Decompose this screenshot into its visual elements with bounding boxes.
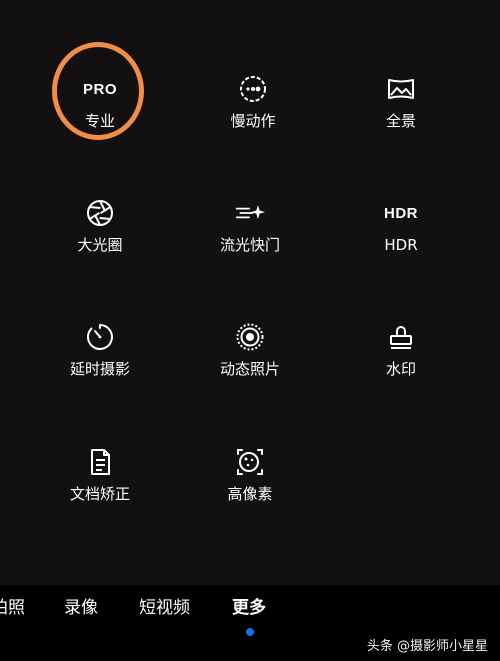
live-photo-icon [233, 320, 267, 354]
mode-live-photo[interactable]: 动态照片 [175, 320, 325, 410]
tab-short-video[interactable]: 短视频 [139, 597, 190, 619]
tab-more[interactable]: 更多 [232, 597, 266, 619]
document-icon [83, 445, 117, 479]
mode-tabs: 拍照 录像 短视频 更多 [0, 585, 500, 633]
watermark-text: 头条 @摄影师小星星 [366, 639, 488, 654]
mode-panorama[interactable]: 全景 [326, 72, 476, 162]
mode-label: 慢动作 [230, 112, 276, 130]
mode-label: 高像素 [227, 485, 273, 503]
mode-label: 专业 [84, 112, 115, 130]
mode-label: 流光快门 [219, 236, 280, 254]
mode-label: 动态照片 [219, 360, 280, 378]
light-trail-icon [233, 196, 267, 230]
mode-pro[interactable]: PRO 专业 [25, 72, 175, 162]
timelapse-icon [83, 320, 117, 354]
hdr-text-icon: HDR [384, 204, 418, 222]
pro-text-icon: PRO [83, 80, 118, 98]
mode-watermark[interactable]: 水印 [326, 320, 476, 410]
mode-label: 大光圈 [77, 236, 123, 254]
mode-label: 水印 [385, 360, 416, 378]
panorama-icon [384, 72, 418, 106]
mode-label: HDR [384, 236, 418, 254]
mode-light-trail[interactable]: 流光快门 [175, 196, 325, 286]
tab-photo[interactable]: 拍照 [0, 597, 25, 619]
mode-hdr[interactable]: HDR HDR [326, 196, 476, 286]
mode-label: 文档矫正 [69, 485, 130, 503]
mode-aperture[interactable]: 大光圈 [25, 196, 175, 286]
high-resolution-icon [233, 445, 267, 479]
mode-timelapse[interactable]: 延时摄影 [25, 320, 175, 410]
tab-video[interactable]: 录像 [64, 597, 98, 619]
mode-document[interactable]: 文档矫正 [25, 445, 175, 535]
mode-high-resolution[interactable]: 高像素 [175, 445, 325, 535]
camera-mode-grid: PRO 专业 慢动作 全景 大光圈 流光快门 HDR HDR 延时摄影 动态照片… [0, 0, 500, 585]
mode-label: 延时摄影 [69, 360, 130, 378]
active-tab-indicator [246, 628, 254, 636]
aperture-icon [83, 196, 117, 230]
mode-label: 全景 [385, 112, 416, 130]
bottom-mode-bar: 拍照 录像 短视频 更多 头条 @摄影师小星星 [0, 585, 500, 661]
slow-motion-icon [236, 72, 270, 106]
mode-slow-motion[interactable]: 慢动作 [178, 72, 328, 162]
stamp-icon [384, 320, 418, 354]
